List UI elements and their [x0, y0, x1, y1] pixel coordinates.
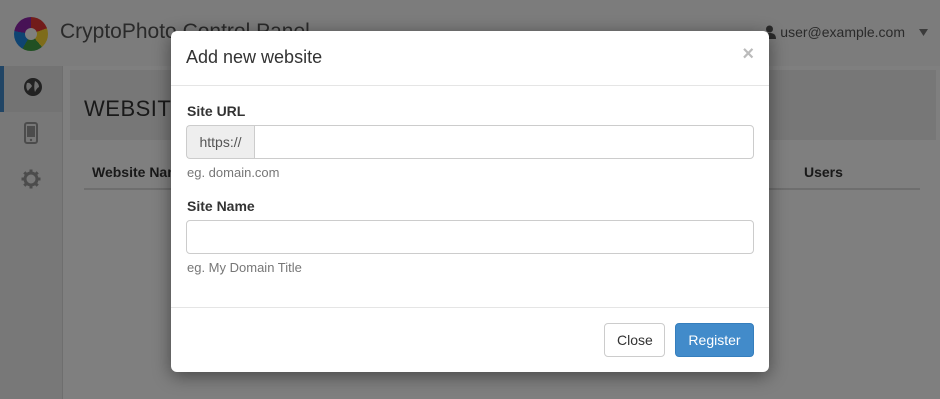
modal-footer: Close Register [171, 307, 769, 372]
modal-header: Add new website × [171, 31, 769, 86]
site-url-label: Site URL [187, 103, 246, 119]
url-prefix-addon: https:// [186, 125, 254, 159]
add-website-modal: Add new website × Site URL https:// eg. … [171, 31, 769, 372]
site-name-label: Site Name [187, 198, 255, 214]
close-button[interactable]: Close [604, 323, 665, 357]
app-root: CryptoPhoto Control Panel user@example.c… [0, 0, 940, 399]
site-url-help: eg. domain.com [187, 165, 280, 180]
site-url-input[interactable] [254, 125, 754, 159]
register-button[interactable]: Register [675, 323, 754, 357]
close-icon[interactable]: × [742, 44, 754, 64]
modal-title: Add new website [186, 47, 323, 67]
site-url-input-group: https:// [186, 125, 754, 159]
site-name-input[interactable] [186, 220, 754, 254]
site-name-help: eg. My Domain Title [187, 260, 302, 275]
